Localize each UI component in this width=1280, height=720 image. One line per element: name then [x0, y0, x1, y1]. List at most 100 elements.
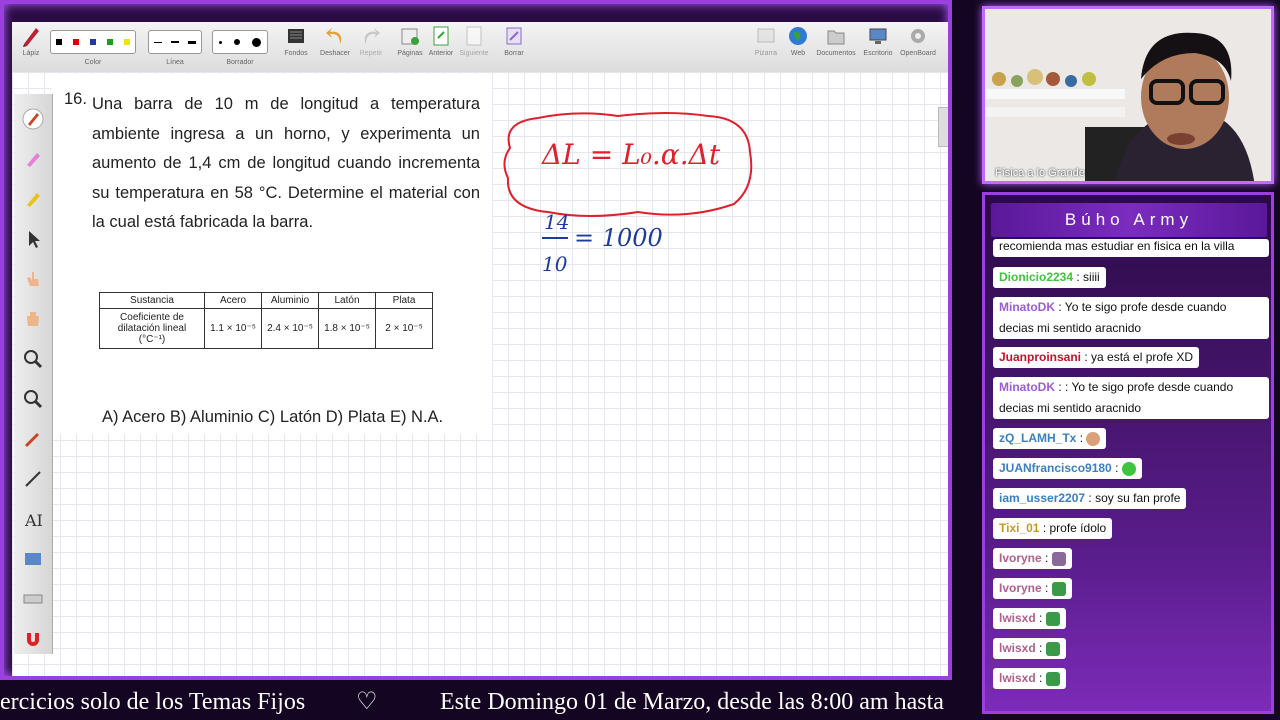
laser-pointer-icon[interactable] — [22, 428, 44, 450]
next-page-icon — [466, 26, 482, 46]
clear-label: Borrar — [504, 50, 524, 57]
chat-username[interactable]: Tixi_01 — [999, 521, 1039, 535]
chat-username[interactable]: iam_usser2207 — [999, 491, 1085, 505]
marker-icon[interactable] — [22, 188, 44, 210]
frog-emote-icon — [1051, 581, 1066, 596]
pan-hand-icon[interactable] — [22, 308, 44, 330]
color-red-swatch[interactable] — [73, 39, 80, 45]
board-button[interactable]: Pizarra — [752, 24, 780, 57]
globe-icon — [789, 27, 807, 45]
keyboard-icon[interactable] — [22, 588, 44, 610]
undo-button[interactable]: Deshacer — [318, 24, 352, 57]
eraser-medium[interactable] — [234, 39, 240, 45]
color-yellow-swatch[interactable] — [123, 39, 130, 45]
redo-button[interactable]: Repetir — [356, 24, 386, 57]
chat-message: Ivoryne : — [993, 578, 1072, 599]
line-label: Línea — [166, 59, 184, 66]
eraser-label: Borrador — [226, 59, 254, 66]
clear-button[interactable]: Borrar — [500, 24, 528, 57]
chat-message-text: : ya está el profe XD — [1084, 350, 1194, 364]
toolbar: Lápiz Color Línea Borrador Fondos Deshac… — [12, 22, 948, 73]
previous-page-button[interactable]: Anterior — [426, 24, 456, 57]
coefficient-table: Sustancia Acero Aluminio Latón Plata Coe… — [99, 292, 433, 349]
chat-message: Dionicio2234 : siiii — [993, 267, 1106, 288]
table-header: Sustancia — [99, 292, 205, 309]
next-page-button[interactable]: Siguiente — [458, 24, 490, 57]
interact-hand-icon[interactable] — [22, 268, 44, 290]
ticker-text-1: ercicios solo de los Temas Fijos — [0, 689, 306, 715]
highlighter-icon[interactable] — [22, 148, 44, 170]
chat-username[interactable]: JUANfrancisco9180 — [999, 461, 1112, 475]
zoom-out-icon[interactable] — [22, 388, 44, 410]
chat-username[interactable]: Juanproinsani — [999, 350, 1081, 364]
chat-message: lwisxd : — [993, 638, 1066, 659]
table-header: Plata — [375, 292, 433, 309]
eraser-size-group[interactable]: Borrador — [212, 30, 268, 66]
pages-button[interactable]: Páginas — [394, 24, 426, 57]
web-button[interactable]: Web — [784, 24, 812, 57]
documents-button[interactable]: Documentos — [816, 24, 856, 57]
chat-username[interactable]: Ivoryne — [999, 551, 1042, 565]
exercise-text: Una barra de 10 m de longitud a temperat… — [62, 90, 480, 238]
pen-label: Lápiz — [22, 50, 40, 57]
desktop-button[interactable]: Escritorio — [860, 24, 896, 57]
fraction-bar — [542, 237, 568, 239]
clear-icon — [506, 27, 522, 45]
chat-message-partial: recomienda mas estudiar en fisica en la … — [993, 239, 1269, 257]
chat-username[interactable]: MinatoDK — [999, 380, 1055, 394]
exercise-card: 16. Una barra de 10 m de longitud a temp… — [52, 74, 492, 434]
color-palette[interactable]: Color — [50, 30, 136, 66]
line-thin[interactable] — [153, 41, 162, 43]
line-medium[interactable] — [170, 41, 179, 43]
chat-username[interactable]: Ivoryne — [999, 581, 1042, 595]
backgrounds-button[interactable]: Fondos — [282, 24, 310, 57]
pen-tool-icon[interactable] — [22, 108, 44, 130]
chat-message: MinatoDK : : Yo te sigo profe desde cuan… — [993, 377, 1269, 419]
emote-icon — [1051, 551, 1066, 566]
line-width-group[interactable]: Línea — [148, 30, 202, 66]
color-green-swatch[interactable] — [106, 39, 113, 45]
chat-username[interactable]: lwisxd — [999, 671, 1036, 685]
chat-panel: Búho Army recomienda mas estudiar en fis… — [982, 192, 1274, 714]
chat-username[interactable]: MinatoDK — [999, 300, 1055, 314]
chat-username[interactable]: zQ_LAMH_Tx — [999, 431, 1076, 445]
redo-icon — [364, 28, 380, 44]
chat-username[interactable]: lwisxd — [999, 641, 1036, 655]
color-black-swatch[interactable] — [56, 39, 63, 45]
chat-message-text: : — [1039, 641, 1043, 655]
table-row-label: Coeficiente de dilatación lineal (°C⁻¹) — [99, 308, 205, 349]
line-thick[interactable] — [188, 40, 197, 44]
chat-message-text: : siiii — [1076, 270, 1100, 284]
redo-label: Repetir — [359, 50, 383, 57]
eraser-large[interactable] — [252, 37, 261, 47]
webcam-label: Física a lo Grande — [995, 167, 1085, 179]
magnet-icon[interactable] — [22, 628, 44, 650]
table-cell: 1.1 × 10⁻⁵ — [204, 308, 262, 349]
table-header: Acero — [204, 292, 262, 309]
page-scroll-handle[interactable] — [938, 107, 948, 147]
next-label: Siguiente — [459, 50, 489, 57]
text-tool-icon[interactable]: AI — [22, 508, 44, 530]
chat-message-text: : — [1079, 431, 1084, 445]
chat-username[interactable]: Dionicio2234 — [999, 270, 1073, 284]
selector-arrow-icon[interactable] — [22, 228, 44, 250]
table-cell: 2.4 × 10⁻⁵ — [261, 308, 319, 349]
fraction-denominator: 10 — [542, 252, 568, 276]
line-tool-icon[interactable] — [22, 468, 44, 490]
chat-username[interactable]: lwisxd — [999, 611, 1036, 625]
pen-tool[interactable]: Lápiz — [18, 24, 44, 57]
frog-emote-icon — [1045, 671, 1060, 686]
answer-options: A) Acero B) Aluminio C) Latón D) Plata E… — [102, 408, 444, 426]
fraction-numerator: 14 — [544, 210, 570, 234]
chat-message: lwisxd : — [993, 608, 1066, 629]
capture-icon[interactable] — [22, 548, 44, 570]
pages-label: Páginas — [397, 50, 423, 57]
color-blue-swatch[interactable] — [89, 39, 96, 45]
eraser-small[interactable] — [219, 40, 222, 44]
openboard-menu-button[interactable]: OpenBoard — [898, 24, 938, 57]
web-label: Web — [790, 50, 806, 57]
chat-message-text: : — [1045, 551, 1049, 565]
gear-icon — [911, 29, 925, 43]
previous-label: Anterior — [428, 50, 454, 57]
zoom-in-icon[interactable] — [22, 348, 44, 370]
